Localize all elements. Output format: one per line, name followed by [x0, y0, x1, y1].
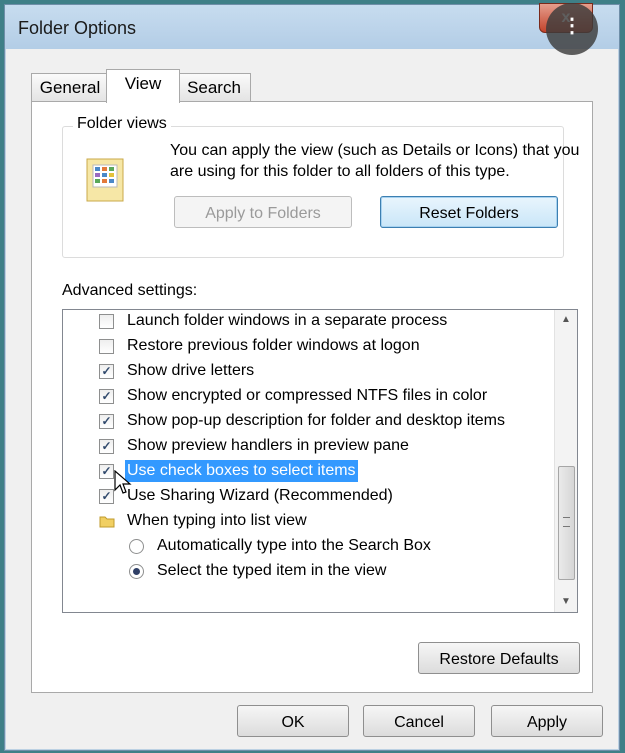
folder-options-dialog: Folder Options x General View Search Fol… [4, 3, 620, 751]
folder-views-legend: Folder views [73, 115, 171, 133]
apply-button[interactable]: Apply [491, 705, 603, 737]
tab-general[interactable]: General [31, 73, 109, 102]
list-item-label: Show pop-up description for folder and d… [127, 412, 505, 429]
list-item-label: Use Sharing Wizard (Recommended) [127, 487, 393, 504]
list-item-label: Show preview handlers in preview pane [127, 437, 409, 454]
folder-view-icon [86, 158, 124, 202]
list-item-label: Show drive letters [127, 362, 255, 379]
advanced-settings-label: Advanced settings: [62, 282, 198, 299]
checkbox-show-drive-letters[interactable]: ✓ [99, 364, 114, 379]
tab-view[interactable]: View [106, 69, 180, 103]
radio-select-typed-item[interactable] [129, 564, 144, 579]
tab-search[interactable]: Search [177, 73, 251, 102]
restore-defaults-button[interactable]: Restore Defaults [418, 642, 580, 674]
window-title: Folder Options [18, 18, 137, 38]
list-item-label: Select the typed item in the view [157, 562, 387, 579]
scroll-down-arrow-icon[interactable]: ▼ [555, 592, 577, 612]
list-item-label: Automatically type into the Search Box [157, 537, 431, 554]
checkbox-show-preview-handlers[interactable]: ✓ [99, 439, 114, 454]
folder-views-description: You can apply the view (such as Details … [170, 142, 580, 180]
reset-folders-button[interactable]: Reset Folders [380, 196, 558, 228]
vertical-scrollbar[interactable]: ▲ ▼ [554, 310, 577, 612]
grip-icon [563, 517, 570, 527]
checkbox-sharing-wizard[interactable]: ✓ [99, 489, 114, 504]
more-options-icon[interactable]: ⋮ [546, 3, 598, 55]
ok-button[interactable]: OK [237, 705, 349, 737]
checkbox-show-popup[interactable]: ✓ [99, 414, 114, 429]
radio-auto-type-search[interactable] [129, 539, 144, 554]
view-tab-panel: Folder views You can apply the view (suc… [31, 101, 593, 693]
scrollbar-thumb[interactable] [558, 466, 575, 580]
list-item-label: When typing into list view [127, 512, 307, 529]
mouse-cursor-icon [114, 470, 132, 494]
checkbox-show-encrypted[interactable]: ✓ [99, 389, 114, 404]
apply-to-folders-button[interactable]: Apply to Folders [174, 196, 352, 228]
advanced-settings-list[interactable]: Launch folder windows in a separate proc… [62, 309, 578, 613]
list-item-label: Show encrypted or compressed NTFS files … [127, 387, 488, 404]
list-item-label: Launch folder windows in a separate proc… [127, 312, 448, 329]
scroll-up-arrow-icon[interactable]: ▲ [555, 310, 577, 330]
folder-icon [99, 516, 115, 528]
list-item-label-selected: Use check boxes to select items [125, 460, 358, 482]
checkbox-restore-previous[interactable] [99, 339, 114, 354]
cancel-button[interactable]: Cancel [363, 705, 475, 737]
checkbox-launch-separate[interactable] [99, 314, 114, 329]
title-bar: Folder Options x [5, 3, 619, 49]
checkbox-use-check-boxes[interactable]: ✓ [99, 464, 114, 479]
list-item-label: Restore previous folder windows at logon [127, 337, 420, 354]
